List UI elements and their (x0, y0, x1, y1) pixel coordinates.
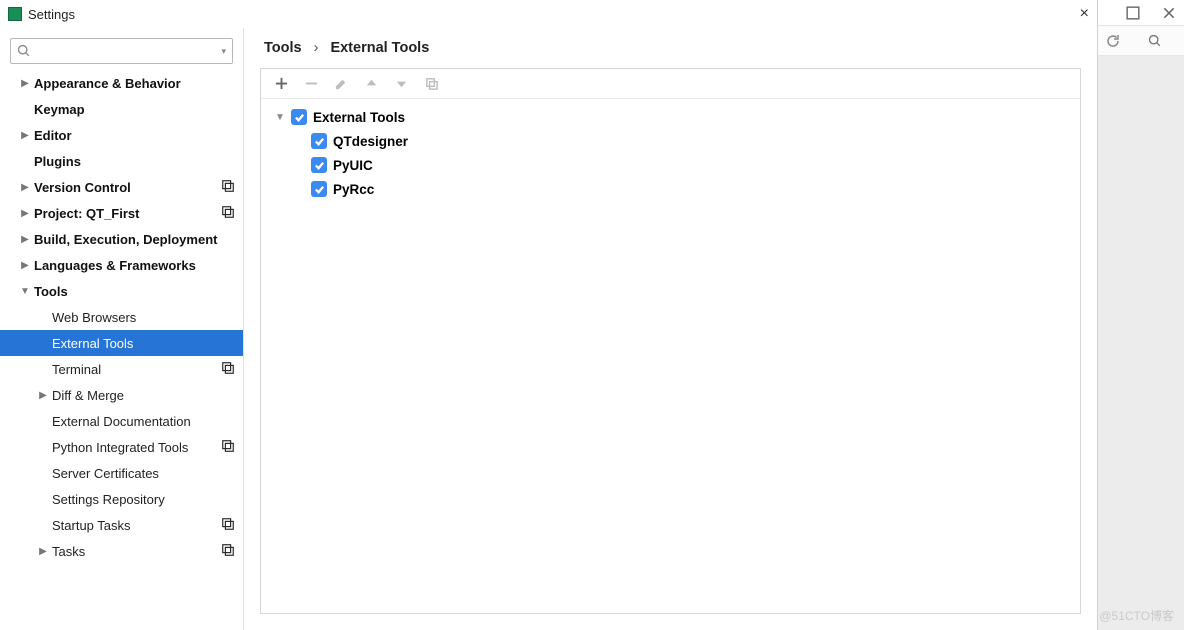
sidebar-nav: ▶ Appearance & Behavior Keymap ▶ Editor Plugi… (0, 70, 243, 630)
watermark: @51CTO博客 (1099, 607, 1174, 624)
sidebar-item[interactable]: Plugins (0, 148, 243, 174)
maximize-icon[interactable] (1126, 6, 1140, 20)
sidebar-item-label: Settings Repository (52, 492, 235, 507)
checkbox[interactable] (291, 109, 307, 125)
copy-button[interactable] (421, 74, 441, 94)
tree-row[interactable]: PyRcc (271, 177, 1070, 201)
search-icon (17, 44, 31, 58)
sidebar-item-label: Tools (34, 284, 235, 299)
chevron-right-icon[interactable]: ▶ (20, 208, 30, 219)
chevron-right-icon[interactable]: ▶ (20, 234, 30, 245)
settings-sidebar: ▾ ▶ Appearance & Behavior Keymap ▶ Editor Plu… (0, 28, 244, 630)
sidebar-item[interactable]: Python Integrated Tools (0, 434, 243, 460)
tree-label: PyRcc (333, 182, 374, 197)
external-tools-tree: ▼ External Tools QTdesigner PyUIC PyRcc (261, 99, 1080, 207)
sidebar-item[interactable]: Startup Tasks (0, 512, 243, 538)
add-button[interactable] (271, 74, 291, 94)
profile-scheme-icon (221, 179, 235, 196)
checkbox[interactable] (311, 181, 327, 197)
chevron-right-icon[interactable]: ▶ (38, 546, 48, 557)
chevron-down-icon[interactable]: ▾ (221, 46, 226, 57)
chevron-right-icon: › (312, 40, 321, 56)
sidebar-item[interactable]: ▶ Appearance & Behavior (0, 70, 243, 96)
close-icon[interactable]: × (1080, 5, 1089, 23)
sidebar-item[interactable]: ▶ Tasks (0, 538, 243, 564)
sidebar-item[interactable]: Keymap (0, 96, 243, 122)
sidebar-item[interactable]: ▶ Editor (0, 122, 243, 148)
sidebar-item-label: Terminal (52, 362, 221, 377)
sidebar-item[interactable]: ▶ Languages & Frameworks (0, 252, 243, 278)
profile-scheme-icon (221, 205, 235, 222)
sidebar-item-label: Build, Execution, Deployment (34, 232, 235, 247)
title-bar: Settings × (0, 0, 1097, 28)
external-tools-panel: ▼ External Tools QTdesigner PyUIC PyRcc (260, 68, 1081, 614)
sidebar-item-label: Editor (34, 128, 235, 143)
chevron-right-icon[interactable]: ▶ (20, 130, 30, 141)
sidebar-item[interactable]: Settings Repository (0, 486, 243, 512)
sidebar-item-label: Tasks (52, 544, 221, 559)
refresh-icon[interactable] (1106, 34, 1120, 48)
app-icon (8, 7, 22, 21)
profile-scheme-icon (221, 517, 235, 534)
sidebar-item-label: Keymap (34, 102, 235, 117)
tree-row[interactable]: QTdesigner (271, 129, 1070, 153)
sidebar-item-label: Project: QT_First (34, 206, 221, 221)
move-up-button[interactable] (361, 74, 381, 94)
chevron-right-icon[interactable]: ▶ (38, 390, 48, 401)
breadcrumb-item: External Tools (330, 40, 429, 56)
tree-label: PyUIC (333, 158, 373, 173)
sidebar-item[interactable]: ▶ Build, Execution, Deployment (0, 226, 243, 252)
search-icon[interactable] (1148, 34, 1162, 48)
sidebar-item[interactable]: External Tools (0, 330, 243, 356)
window-title: Settings (28, 7, 75, 22)
search-input[interactable] (37, 44, 215, 59)
panel-toolbar (261, 69, 1080, 99)
checkbox[interactable] (311, 133, 327, 149)
sidebar-item-label: Plugins (34, 154, 235, 169)
tree-row-root[interactable]: ▼ External Tools (271, 105, 1070, 129)
breadcrumb: Tools › External Tools (244, 28, 1097, 68)
chevron-down-icon[interactable]: ▼ (275, 112, 285, 123)
background-window-buttons (1098, 0, 1184, 26)
profile-scheme-icon (221, 439, 235, 456)
background-toolbar (1098, 26, 1184, 56)
profile-scheme-icon (221, 361, 235, 378)
settings-window: Settings × ▾ ▶ Appearance & Behavior Keyma… (0, 0, 1098, 630)
sidebar-item-label: Appearance & Behavior (34, 76, 235, 91)
breadcrumb-item: Tools (264, 40, 302, 56)
sidebar-item[interactable]: Server Certificates (0, 460, 243, 486)
sidebar-item-label: Version Control (34, 180, 221, 195)
sidebar-item-label: External Tools (52, 336, 235, 351)
sidebar-item-label: Diff & Merge (52, 388, 235, 403)
sidebar-item[interactable]: ▼ Tools (0, 278, 243, 304)
background-ide-strip: @51CTO博客 (1098, 0, 1184, 630)
checkbox[interactable] (311, 157, 327, 173)
move-down-button[interactable] (391, 74, 411, 94)
chevron-down-icon[interactable]: ▼ (20, 286, 30, 297)
close-icon[interactable] (1162, 6, 1176, 20)
sidebar-item-label: External Documentation (52, 414, 235, 429)
sidebar-item[interactable]: ▶ Version Control (0, 174, 243, 200)
tree-row[interactable]: PyUIC (271, 153, 1070, 177)
profile-scheme-icon (221, 543, 235, 560)
chevron-right-icon[interactable]: ▶ (20, 78, 30, 89)
sidebar-item-label: Python Integrated Tools (52, 440, 221, 455)
sidebar-item[interactable]: Web Browsers (0, 304, 243, 330)
sidebar-item[interactable]: ▶ Project: QT_First (0, 200, 243, 226)
sidebar-item[interactable]: External Documentation (0, 408, 243, 434)
edit-button[interactable] (331, 74, 351, 94)
chevron-right-icon[interactable]: ▶ (20, 260, 30, 271)
sidebar-search[interactable]: ▾ (10, 38, 233, 64)
sidebar-item[interactable]: ▶ Diff & Merge (0, 382, 243, 408)
tree-label: QTdesigner (333, 134, 408, 149)
sidebar-item-label: Startup Tasks (52, 518, 221, 533)
settings-main: Tools › External Tools (244, 28, 1097, 630)
tree-label: External Tools (313, 110, 405, 125)
sidebar-item-label: Web Browsers (52, 310, 235, 325)
chevron-right-icon[interactable]: ▶ (20, 182, 30, 193)
sidebar-item-label: Languages & Frameworks (34, 258, 235, 273)
sidebar-item[interactable]: Terminal (0, 356, 243, 382)
sidebar-item-label: Server Certificates (52, 466, 235, 481)
remove-button[interactable] (301, 74, 321, 94)
